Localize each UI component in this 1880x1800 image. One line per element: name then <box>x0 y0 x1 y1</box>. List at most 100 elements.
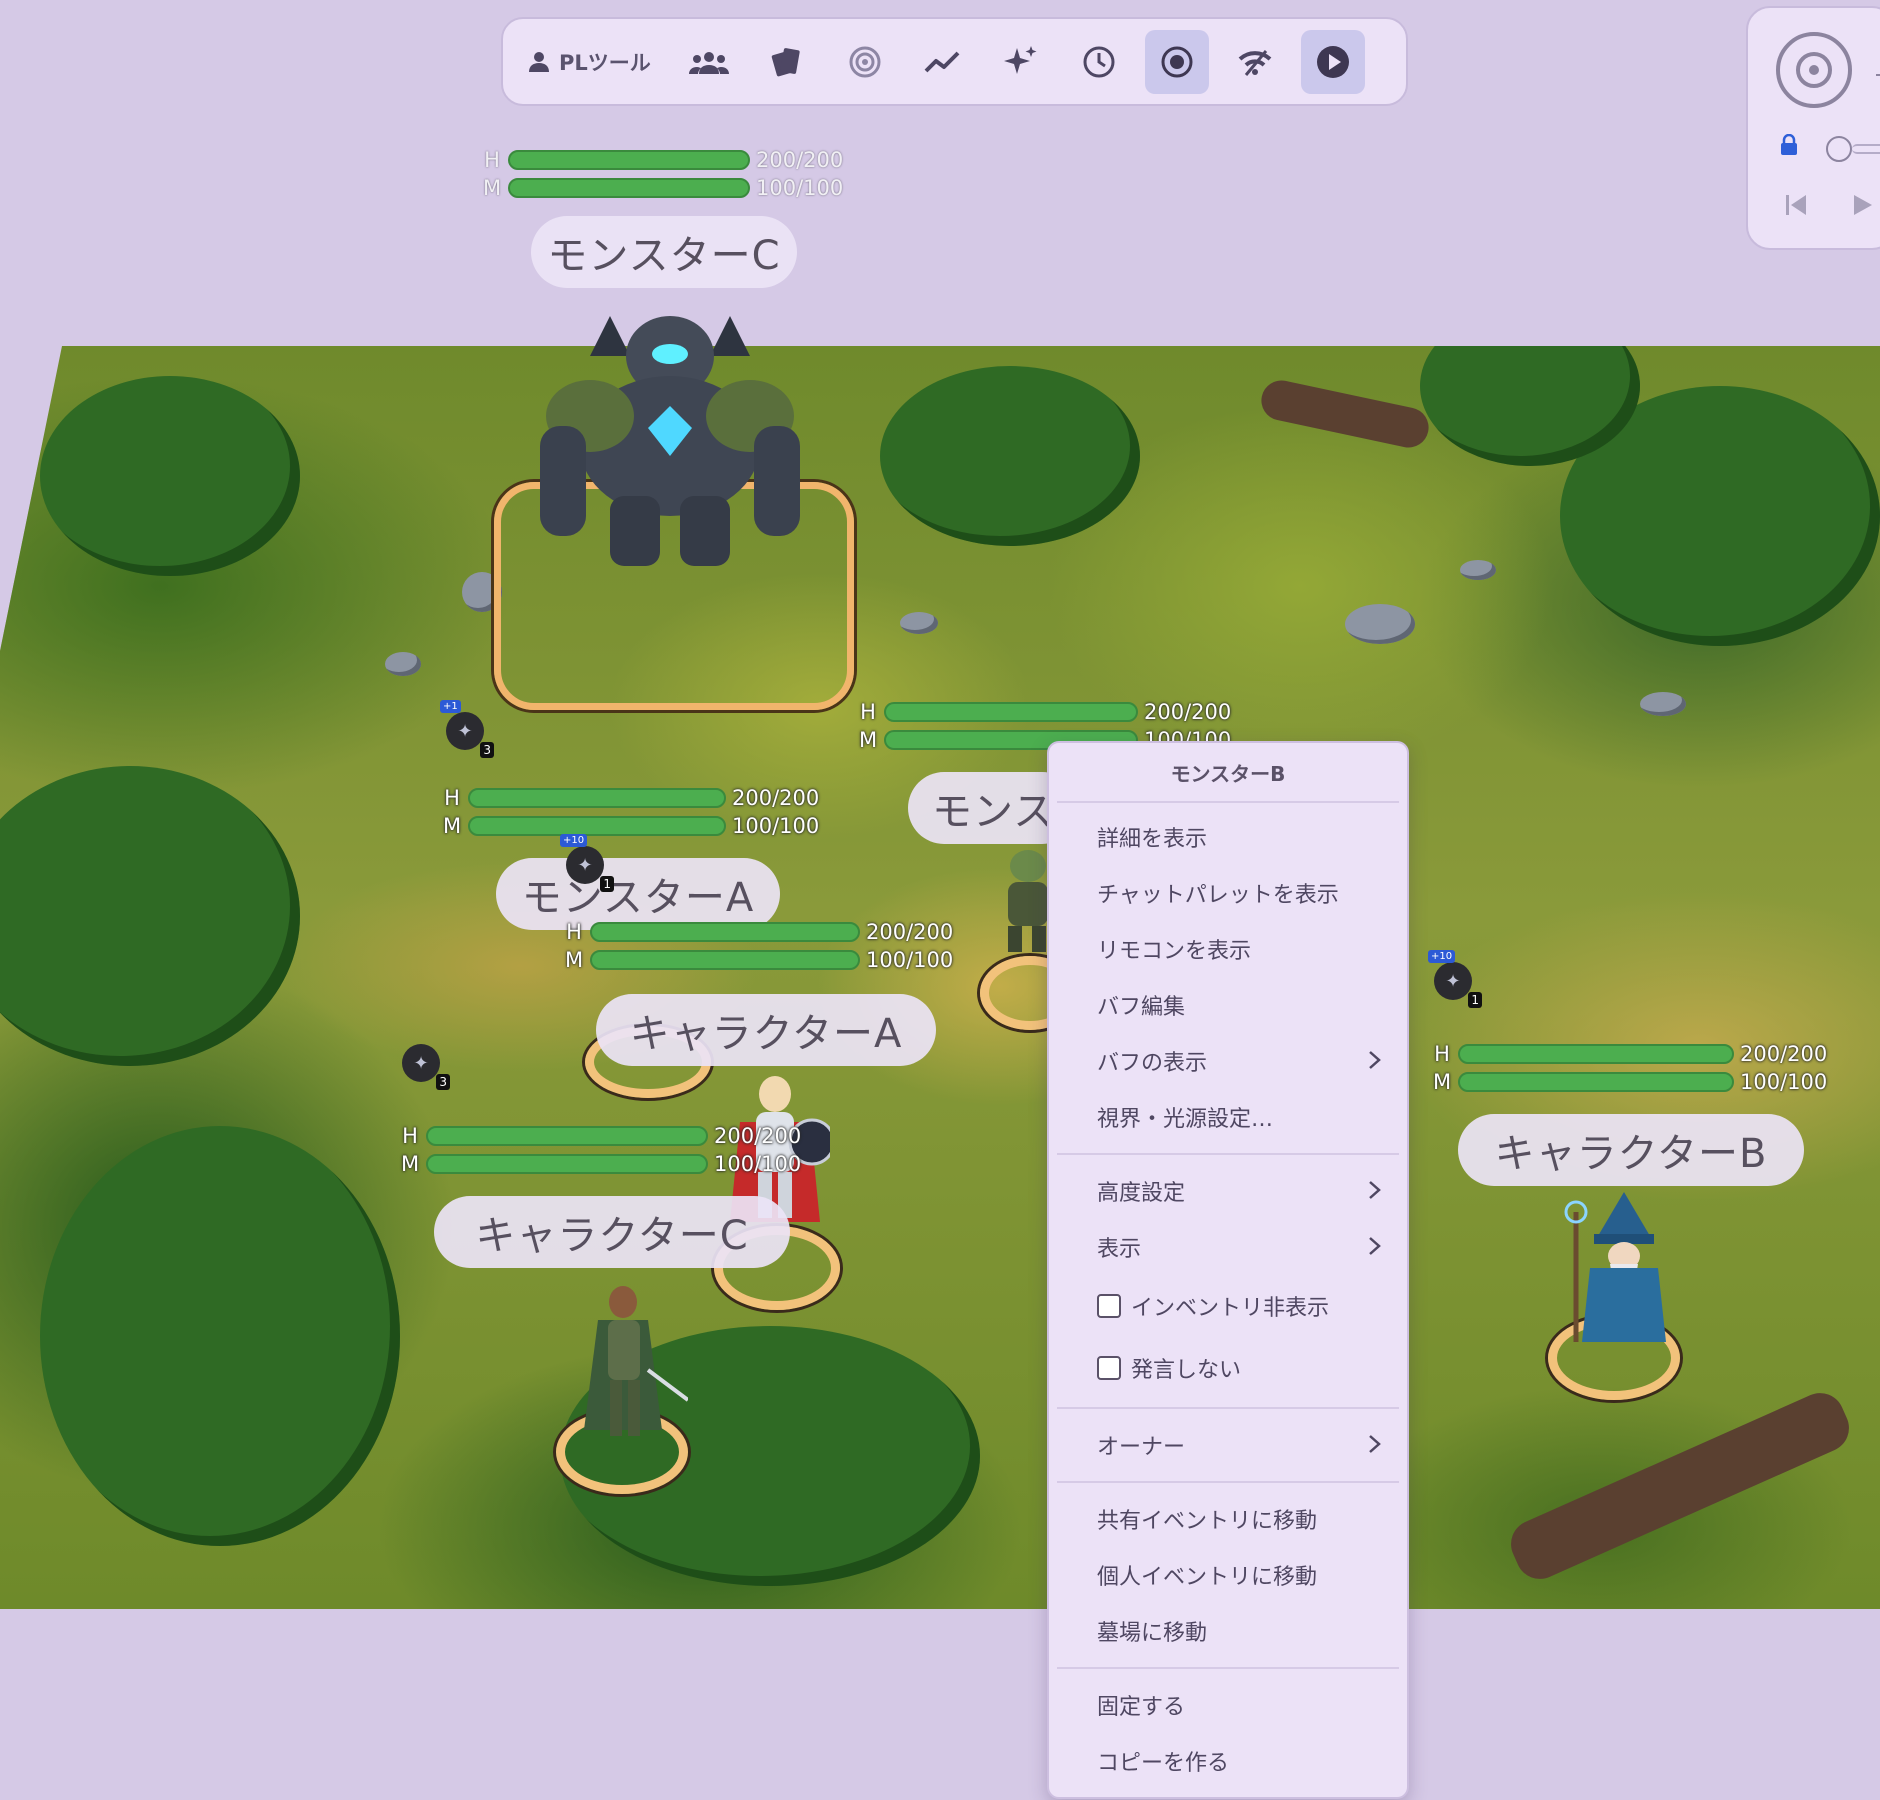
ranger-sprite[interactable] <box>578 1280 688 1450</box>
buff-badge[interactable]: ✦ +1 3 <box>440 700 494 758</box>
menu-item-pin[interactable]: 固定する <box>1049 1677 1407 1733</box>
hp-value: 200/200 <box>1740 1041 1828 1066</box>
cards-button[interactable] <box>755 30 819 94</box>
menu-item-hide-inventory[interactable]: インベントリ非表示 <box>1049 1275 1407 1337</box>
play-icon[interactable] <box>1852 192 1874 218</box>
rock <box>1460 560 1496 580</box>
hp-value: 200/200 <box>756 147 844 172</box>
rock <box>900 612 938 634</box>
tree-clump <box>40 376 300 576</box>
mp-value: 100/100 <box>866 947 954 972</box>
no-speech-checkbox[interactable] <box>1097 1356 1121 1380</box>
group-icon <box>688 51 729 74</box>
menu-item-label: 表示 <box>1097 1237 1142 1262</box>
menu-item-owner[interactable]: オーナー <box>1049 1417 1407 1473</box>
wizard-sprite[interactable] <box>1554 1192 1674 1352</box>
hp-label: H <box>1434 1041 1450 1066</box>
buff-badge[interactable]: ✦ 3 <box>402 1044 450 1090</box>
buff-plus: +10 <box>1428 950 1456 963</box>
hp-label: H <box>860 699 876 724</box>
chevron-right-icon <box>1369 1237 1381 1255</box>
chevron-right-icon <box>1369 1051 1381 1069</box>
menu-item-display[interactable]: 表示 <box>1049 1219 1407 1275</box>
group-button[interactable] <box>677 30 741 94</box>
skip-back-icon[interactable] <box>1784 192 1808 218</box>
buff-count: 1 <box>600 876 614 892</box>
game-board[interactable] <box>0 346 1880 1609</box>
rock <box>1640 692 1686 716</box>
menu-item-buff-display[interactable]: バフの表示 <box>1049 1033 1407 1089</box>
play-button[interactable] <box>1300 29 1365 94</box>
sparkle-button[interactable] <box>989 30 1053 94</box>
mp-bar <box>590 950 860 970</box>
hp-bar <box>1458 1044 1734 1064</box>
target-icon <box>849 46 881 77</box>
menu-item-show-details[interactable]: 詳細を表示 <box>1049 809 1407 865</box>
hide-inventory-checkbox[interactable] <box>1097 1294 1121 1318</box>
pl-tools-button[interactable]: PLツール <box>515 30 663 94</box>
menu-item-label: 高度設定 <box>1097 1181 1186 1206</box>
menu-item-make-copy[interactable]: コピーを作る <box>1049 1733 1407 1789</box>
hp-bar <box>508 150 750 170</box>
golem-sprite[interactable] <box>520 296 820 576</box>
disc-icon[interactable] <box>1774 30 1854 110</box>
token-name-monster-c[interactable]: モンスターC <box>531 216 797 288</box>
clock-button[interactable] <box>1067 30 1131 94</box>
mp-label: M <box>564 947 584 972</box>
hp-label: H <box>484 147 500 172</box>
menu-item-move-personal-inventory[interactable]: 個人イベントリに移動 <box>1049 1547 1407 1603</box>
fallen-log <box>1257 376 1433 452</box>
hp-bar <box>468 788 726 808</box>
menu-item-label: バフの表示 <box>1097 1051 1208 1076</box>
buff-count: 1 <box>1468 992 1482 1008</box>
mp-label: M <box>400 1151 420 1176</box>
buff-count: 3 <box>480 742 494 758</box>
sparkle-icon: ✦ <box>413 1052 429 1074</box>
media-side-panel <box>1746 6 1880 250</box>
stat-block-monster-c: H 200/200 M 100/100 <box>482 146 843 202</box>
token-name-character-b[interactable]: キャラクターB <box>1458 1114 1804 1186</box>
menu-item-edit-buffs[interactable]: バフ編集 <box>1049 977 1407 1033</box>
menu-item-show-remote[interactable]: リモコンを表示 <box>1049 921 1407 977</box>
menu-item-vision-light[interactable]: 視界・光源設定… <box>1049 1089 1407 1145</box>
mp-value: 100/100 <box>714 1151 802 1176</box>
mp-bar <box>508 178 750 198</box>
buff-badge[interactable]: ✦ +10 1 <box>1428 950 1482 1008</box>
stat-block-monster-a: H 200/200 M 100/100 <box>442 784 819 840</box>
hp-value: 200/200 <box>732 785 820 810</box>
menu-item-label: 発言しない <box>1131 1358 1242 1383</box>
sparkle-icon: ✦ <box>457 720 473 742</box>
lock-icon[interactable] <box>1780 134 1798 156</box>
mp-label: M <box>442 813 462 838</box>
menu-item-show-chat-palette[interactable]: チャットパレットを表示 <box>1049 865 1407 921</box>
token-context-menu: モンスターB 詳細を表示 チャットパレットを表示 リモコンを表示 バフ編集 バフ… <box>1047 741 1409 1799</box>
record-icon <box>1161 46 1193 77</box>
menu-item-no-speech[interactable]: 発言しない <box>1049 1337 1407 1399</box>
target-button[interactable] <box>833 30 897 94</box>
token-name-character-a[interactable]: キャラクターA <box>596 994 936 1066</box>
sparkle-icon: ✦ <box>577 854 593 876</box>
menu-item-move-graveyard[interactable]: 墓場に移動 <box>1049 1603 1407 1659</box>
buff-badge[interactable]: ✦ +10 1 <box>560 834 614 892</box>
hp-label: H <box>402 1123 418 1148</box>
slider-track[interactable] <box>1852 144 1880 154</box>
stat-block-character-c: H 200/200 M 100/100 <box>400 1122 801 1178</box>
slider-handle[interactable] <box>1826 136 1852 162</box>
tree-clump <box>880 366 1140 546</box>
hp-value: 200/200 <box>866 919 954 944</box>
chart-button[interactable] <box>911 30 975 94</box>
token-name-character-c[interactable]: キャラクターC <box>434 1196 790 1268</box>
tree-clump <box>0 766 300 1066</box>
signal-icon <box>1238 49 1272 76</box>
menu-item-advanced[interactable]: 高度設定 <box>1049 1163 1407 1219</box>
sparkle-icon: ✦ <box>1445 970 1461 992</box>
signal-button[interactable] <box>1223 30 1287 94</box>
stat-block-character-b: H 200/200 M 100/100 <box>1432 1040 1827 1096</box>
record-button[interactable] <box>1144 29 1209 94</box>
rock <box>1345 604 1415 644</box>
mp-label: M <box>858 727 878 752</box>
menu-item-label: インベントリ非表示 <box>1131 1296 1330 1321</box>
menu-divider <box>1057 1667 1399 1669</box>
hp-label: H <box>444 785 460 810</box>
menu-item-move-shared-inventory[interactable]: 共有イベントリに移動 <box>1049 1491 1407 1547</box>
